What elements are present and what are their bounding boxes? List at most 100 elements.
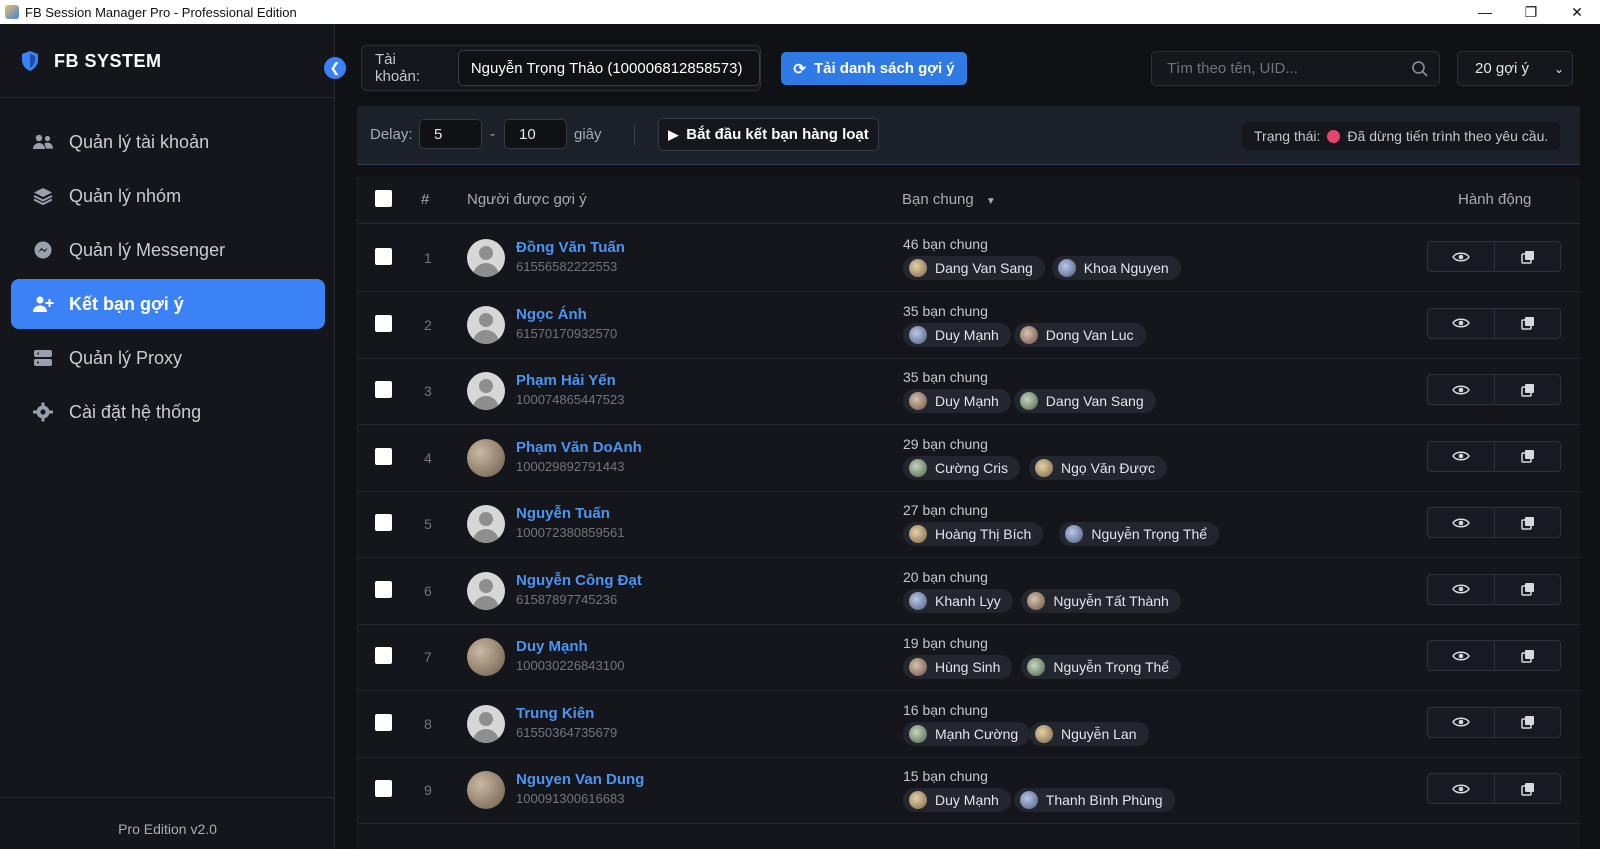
mutual-friend-chip[interactable]: Khanh Lyy bbox=[903, 588, 1013, 613]
per-page-select[interactable]: 20 gợi ý ⌄ bbox=[1457, 51, 1573, 86]
mutual-friend-chip[interactable]: Thanh Bình Phùng bbox=[1013, 788, 1175, 812]
row-checkbox[interactable] bbox=[375, 647, 392, 664]
copy-button[interactable] bbox=[1494, 508, 1560, 537]
sidebar-item-layers[interactable]: Quản lý nhóm bbox=[11, 171, 325, 221]
view-button[interactable] bbox=[1428, 375, 1494, 404]
mutual-friend-chip[interactable]: Nguyễn Tất Thành bbox=[1021, 588, 1181, 613]
sidebar-item-user-plus[interactable]: Kết bạn gợi ý bbox=[11, 279, 325, 329]
row-checkbox[interactable] bbox=[375, 314, 392, 332]
mini-avatar bbox=[909, 392, 927, 410]
mutual-friend-chip[interactable]: Hùng Sinh bbox=[903, 655, 1013, 679]
mutual-friend-name: Mạnh Cường bbox=[935, 725, 1019, 742]
copy-button[interactable] bbox=[1494, 641, 1560, 670]
row-checkbox[interactable] bbox=[375, 381, 392, 398]
eye-icon bbox=[1452, 385, 1470, 394]
copy-button[interactable] bbox=[1494, 441, 1560, 471]
mutual-friend-chip[interactable]: Nguyễn Trọng Thể bbox=[1059, 522, 1220, 546]
mutual-friend-chip[interactable]: Duy Mạnh bbox=[903, 389, 1011, 413]
window-titlebar: FB Session Manager Pro - Professional Ed… bbox=[0, 0, 1600, 24]
mutual-friend-chip[interactable]: Dang Van Sang bbox=[903, 256, 1045, 280]
copy-button[interactable] bbox=[1494, 242, 1560, 271]
header-mutual[interactable]: Bạn chung ▼ bbox=[902, 191, 996, 208]
sidebar-item-server[interactable]: Quản lý Proxy bbox=[11, 333, 325, 383]
mutual-count: 35 bạn chung bbox=[903, 302, 988, 319]
mutual-friend-chip[interactable]: Nguyễn Lan bbox=[1029, 721, 1149, 746]
delay-min-input[interactable]: 5 bbox=[419, 119, 482, 149]
avatar bbox=[467, 704, 505, 743]
mutual-friend-chip[interactable]: Nguyễn Trọng Thể bbox=[1021, 655, 1182, 679]
row-checkbox[interactable] bbox=[375, 713, 392, 731]
mutual-friend-chip[interactable]: Khoa Nguyen bbox=[1051, 256, 1181, 280]
row-checkbox[interactable] bbox=[375, 580, 392, 598]
copy-button[interactable] bbox=[1494, 308, 1560, 338]
person-name[interactable]: Nguyễn Công Đạt bbox=[516, 572, 642, 589]
copy-button[interactable] bbox=[1494, 707, 1560, 737]
person-uid: 61550364735679 bbox=[516, 724, 618, 740]
mutual-friend-chip[interactable]: Dong Van Luc bbox=[1013, 322, 1146, 347]
sidebar-item-messenger[interactable]: Quản lý Messenger bbox=[11, 225, 325, 275]
select-all-checkbox[interactable] bbox=[375, 190, 392, 207]
close-button[interactable]: ✕ bbox=[1554, 0, 1600, 24]
copy-icon bbox=[1520, 450, 1534, 463]
row-checkbox[interactable] bbox=[375, 447, 392, 465]
sidebar-item-gear[interactable]: Cài đặt hệ thống bbox=[11, 387, 325, 437]
control-bar: Delay: 5 - 10 giây ▶ Bắt đầu kết bạn hàn… bbox=[357, 106, 1580, 165]
view-button[interactable] bbox=[1428, 508, 1494, 537]
maximize-button[interactable]: ❐ bbox=[1508, 0, 1554, 24]
mutual-friend-chip[interactable]: Cường Cris bbox=[903, 455, 1021, 480]
gear-icon bbox=[31, 402, 55, 422]
person-name[interactable]: Phạm Hải Yến bbox=[516, 372, 616, 389]
person-name[interactable]: Nguyen Van Dung bbox=[516, 771, 644, 788]
copy-button[interactable] bbox=[1494, 375, 1560, 404]
view-button[interactable] bbox=[1428, 774, 1494, 803]
collapse-sidebar-button[interactable]: ❮ bbox=[324, 57, 346, 79]
row-index: 9 bbox=[424, 782, 432, 798]
start-batch-button[interactable]: ▶ Bắt đầu kết bạn hàng loạt bbox=[658, 118, 879, 151]
sidebar-nav: Quản lý tài khoản Quản lý nhóm Quản lý Mes… bbox=[11, 117, 325, 441]
eye-icon bbox=[1452, 717, 1470, 727]
load-suggestions-button[interactable]: ⟳ Tải danh sách gợi ý bbox=[781, 52, 967, 85]
copy-icon bbox=[1520, 583, 1534, 596]
eye-icon bbox=[1452, 584, 1470, 594]
person-uid: 61570170932570 bbox=[516, 325, 618, 341]
view-button[interactable] bbox=[1428, 242, 1494, 271]
copy-button[interactable] bbox=[1494, 574, 1560, 604]
mutual-friend-name: Hoàng Thị Bích bbox=[935, 526, 1032, 542]
search-input[interactable]: Tìm theo tên, UID... bbox=[1151, 51, 1440, 86]
table-row: 5 Nguyễn Tuấn 100072380859561 27 bạn chung H… bbox=[358, 490, 1580, 558]
start-batch-label: Bắt đầu kết bạn hàng loạt bbox=[686, 126, 869, 143]
mutual-friend-chip[interactable]: Mạnh Cường bbox=[903, 721, 1031, 746]
mutual-friend-name: Khanh Lyy bbox=[935, 592, 1001, 609]
person-name[interactable]: Trung Kiên bbox=[516, 705, 594, 722]
person-name[interactable]: Đồng Văn Tuấn bbox=[516, 239, 625, 256]
person-name[interactable]: Ngọc Ánh bbox=[516, 306, 587, 323]
copy-button[interactable] bbox=[1494, 774, 1560, 803]
mutual-friend-name: Nguyễn Tất Thành bbox=[1053, 592, 1169, 609]
mutual-friend-chip[interactable]: Ngọ Văn Được bbox=[1029, 455, 1168, 480]
delay-label: Delay: bbox=[370, 126, 413, 143]
delay-max-input[interactable]: 10 bbox=[504, 119, 567, 149]
mutual-friend-chip[interactable]: Dang Van Sang bbox=[1013, 389, 1156, 413]
person-name[interactable]: Phạm Văn DoAnh bbox=[516, 439, 642, 456]
row-checkbox[interactable] bbox=[375, 780, 392, 797]
row-index: 6 bbox=[424, 582, 432, 599]
row-checkbox[interactable] bbox=[375, 248, 392, 265]
mutual-friend-chip[interactable]: Duy Mạnh bbox=[903, 788, 1011, 812]
load-suggestions-label: Tải danh sách gợi ý bbox=[813, 60, 955, 77]
messenger-icon bbox=[31, 240, 55, 260]
view-button[interactable] bbox=[1428, 575, 1494, 604]
account-field[interactable]: Nguyễn Trọng Thảo (100006812858573) bbox=[457, 50, 760, 86]
view-button[interactable] bbox=[1428, 442, 1494, 471]
person-name[interactable]: Nguyễn Tuấn bbox=[516, 505, 610, 522]
view-button[interactable] bbox=[1428, 708, 1494, 737]
minimize-button[interactable]: — bbox=[1462, 0, 1508, 24]
view-button[interactable] bbox=[1428, 641, 1494, 670]
view-button[interactable] bbox=[1428, 309, 1494, 338]
status-text: Đã dừng tiến trình theo yêu cầu. bbox=[1347, 128, 1549, 144]
sidebar-item-users[interactable]: Quản lý tài khoản bbox=[11, 117, 325, 167]
mini-avatar bbox=[1065, 525, 1084, 543]
person-name[interactable]: Duy Mạnh bbox=[516, 638, 588, 655]
mutual-friend-chip[interactable]: Duy Mạnh bbox=[903, 322, 1011, 347]
row-checkbox[interactable] bbox=[375, 514, 392, 531]
mutual-friend-chip[interactable]: Hoàng Thị Bích bbox=[903, 522, 1044, 546]
